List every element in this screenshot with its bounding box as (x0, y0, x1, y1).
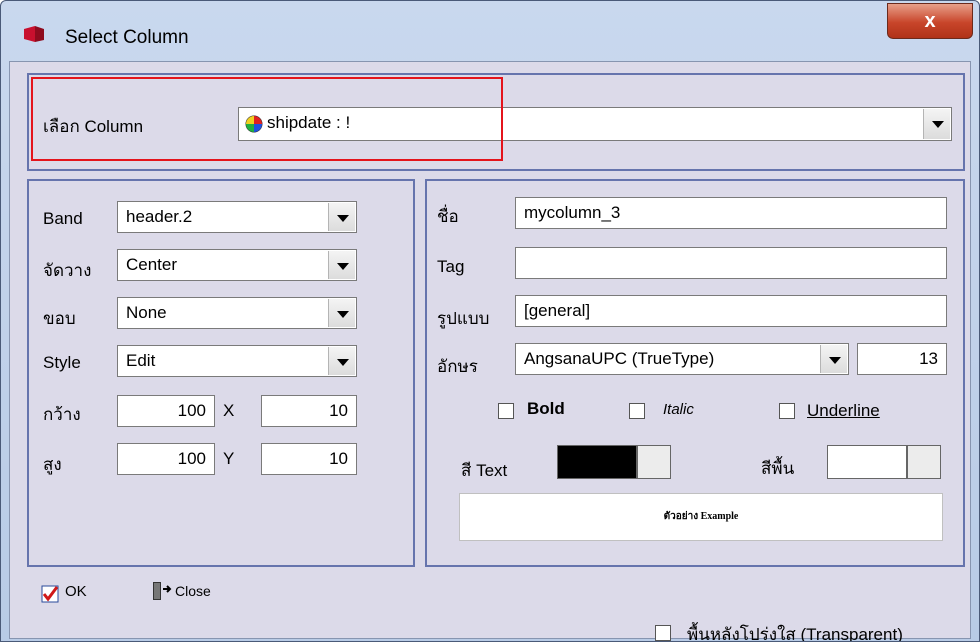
align-dropdown[interactable]: Center (117, 249, 357, 281)
transparent-checkbox[interactable] (655, 625, 671, 641)
x-input[interactable]: 10 (261, 395, 357, 427)
format-value: [general] (524, 301, 591, 320)
bold-checkbox[interactable] (498, 403, 514, 419)
tag-input[interactable] (515, 247, 947, 279)
font-preview-text: ตัวอย่าง Example (663, 511, 739, 522)
text-color-swatch[interactable] (557, 445, 637, 479)
align-label: จัดวาง (43, 261, 92, 280)
tag-label: Tag (437, 257, 465, 276)
chevron-down-icon[interactable] (328, 347, 355, 375)
height-value: 100 (177, 449, 206, 468)
align-value: Center (126, 255, 178, 274)
width-input[interactable]: 100 (117, 395, 215, 427)
style-label: Style (43, 353, 81, 372)
bg-color-label: สีพื้น (761, 459, 795, 478)
format-input[interactable]: [general] (515, 295, 947, 327)
band-dropdown[interactable]: header.2 (117, 201, 357, 233)
font-dropdown[interactable]: AngsanaUPC (TrueType) (515, 343, 849, 375)
height-label: สูง (43, 455, 62, 474)
font-size-input[interactable]: 13 (857, 343, 947, 375)
exit-door-icon (151, 581, 173, 603)
band-value: header.2 (126, 207, 193, 226)
text-color-picker-button[interactable] (637, 445, 671, 479)
app-icon (23, 25, 45, 43)
y-value: 10 (329, 449, 348, 468)
y-label: Y (223, 449, 235, 468)
name-input[interactable]: mycolumn_3 (515, 197, 947, 229)
chevron-down-icon[interactable] (328, 251, 355, 279)
band-label: Band (43, 209, 83, 228)
chevron-down-icon[interactable] (820, 345, 847, 373)
width-label: กว้าง (43, 405, 81, 424)
font-value: AngsanaUPC (TrueType) (524, 349, 715, 368)
underline-label: Underline (807, 401, 880, 420)
select-column-dialog: Select Column x เลือก Column shipdate : … (0, 0, 980, 642)
border-value: None (126, 303, 167, 322)
close-label: Close (175, 583, 211, 599)
x-label: X (223, 401, 235, 420)
font-size-value: 13 (919, 349, 938, 368)
style-value: Edit (126, 351, 156, 370)
ok-label: OK (65, 583, 87, 600)
title-bar: Select Column x (1, 1, 979, 59)
border-dropdown[interactable]: None (117, 297, 357, 329)
window-title: Select Column (65, 27, 189, 48)
bold-label: Bold (527, 399, 565, 418)
chevron-down-icon[interactable] (328, 299, 355, 327)
name-label: ชื่อ (437, 207, 459, 226)
bg-color-swatch[interactable] (827, 445, 907, 479)
text-color-label: สี Text (461, 461, 508, 480)
italic-checkbox[interactable] (629, 403, 645, 419)
font-label: อักษร (437, 357, 478, 376)
chevron-down-icon[interactable] (923, 109, 950, 139)
close-button[interactable]: Close (151, 581, 241, 605)
border-label: ขอบ (43, 309, 76, 328)
checkmark-icon (41, 585, 59, 603)
bg-color-picker-button[interactable] (907, 445, 941, 479)
font-preview-box: ตัวอย่าง Example (459, 493, 943, 541)
format-label: รูปแบบ (437, 309, 490, 328)
style-dropdown[interactable]: Edit (117, 345, 357, 377)
italic-label: Italic (663, 401, 694, 418)
height-input[interactable]: 100 (117, 443, 215, 475)
highlight-box (31, 77, 503, 161)
chevron-down-icon[interactable] (328, 203, 355, 231)
transparent-label: พื้นหลังโปร่งใส (Transparent) (687, 625, 903, 642)
width-value: 100 (177, 401, 206, 420)
y-input[interactable]: 10 (261, 443, 357, 475)
x-value: 10 (329, 401, 348, 420)
name-value: mycolumn_3 (524, 203, 621, 222)
underline-checkbox[interactable] (779, 403, 795, 419)
close-window-button[interactable]: x (887, 3, 973, 39)
